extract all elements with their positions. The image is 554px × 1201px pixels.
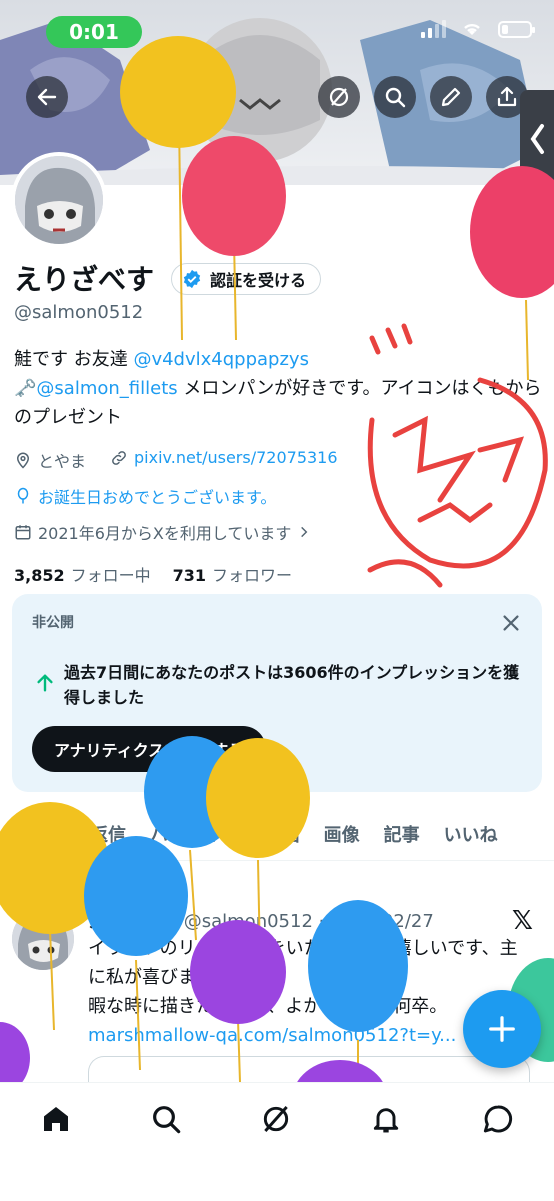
post-link[interactable]: marshmallow-qa.com/salmon0512?t=y...	[88, 1021, 518, 1050]
chat-icon[interactable]	[482, 1103, 514, 1135]
battery-icon	[498, 20, 535, 38]
calendar-icon	[15, 525, 31, 540]
search-button[interactable]	[374, 76, 416, 118]
link-icon	[112, 450, 126, 465]
search-icon	[385, 87, 406, 108]
post-text: イラストのリクエストをいただけると嬉しいです、主に私が喜びます。	[88, 938, 518, 988]
bio-text: 鮭です お友達	[14, 349, 134, 370]
profile-tabs: ポスト 返信 ハイライト 動画 画像 記事 いいね	[0, 810, 554, 861]
get-verified-label: 認証を受ける	[210, 271, 307, 290]
cellular-signal-icon	[421, 20, 446, 38]
following-count: 3,852	[14, 566, 65, 585]
pin-icon	[61, 879, 75, 893]
chevron-right-icon	[301, 526, 308, 538]
tab-images[interactable]: 画像	[312, 810, 372, 858]
pinned-indicator: 固定	[60, 876, 112, 896]
bio-mention-link[interactable]: @salmon_fillets	[36, 378, 177, 399]
website-link[interactable]: pixiv.net/users/72075316	[134, 448, 338, 467]
post-body[interactable]: イラストのリクエストをいただけると嬉しいです、主に私が喜びます。 暇な時に描きた…	[88, 934, 518, 1050]
tab-highlights[interactable]: ハイライト	[138, 810, 252, 858]
grok-icon[interactable]	[260, 1103, 292, 1135]
location-row: とやま	[14, 448, 86, 472]
tab-replies[interactable]: 返信	[78, 810, 138, 858]
chevron-left-icon	[530, 124, 544, 154]
joined-row[interactable]: 2021年6月からXを利用しています	[14, 520, 311, 544]
location-pin-icon	[16, 452, 30, 469]
website-row[interactable]: pixiv.net/users/72075316	[110, 448, 338, 467]
compose-button[interactable]	[463, 990, 541, 1068]
bell-icon[interactable]	[370, 1103, 402, 1135]
impressions-text: 過去7日間にあなたのポストは3606件のインプレッションを獲得しました	[64, 663, 520, 707]
followers-label: フォロワー	[212, 566, 293, 585]
pinned-label: 固定	[84, 879, 112, 895]
analytics-button[interactable]: アナリティクスを利用する	[32, 726, 267, 772]
grok-icon	[329, 87, 349, 107]
birthday-row: お誕生日おめでとうございます。	[14, 484, 276, 508]
tab-posts[interactable]: ポスト	[0, 810, 78, 860]
following-label: フォロー中	[70, 566, 151, 585]
edit-button[interactable]	[430, 76, 472, 118]
profile-handle: @salmon0512	[14, 302, 144, 323]
pencil-icon	[441, 87, 461, 107]
post-avatar[interactable]	[12, 908, 74, 970]
following-link[interactable]: 3,852 フォロー中	[14, 562, 151, 586]
profile-name: えりざべす	[14, 263, 155, 296]
wifi-icon	[464, 23, 480, 35]
analytics-card: 非公開 過去7日間にあなたのポストは3606件のインプレッションを獲得しました …	[12, 594, 542, 792]
back-button[interactable]	[26, 76, 68, 118]
tab-videos[interactable]: 動画	[252, 810, 312, 858]
joined-text: 2021年6月からXを利用しています	[38, 524, 292, 543]
plus-icon	[489, 1016, 515, 1042]
balloon-icon	[17, 487, 29, 504]
post-author-name[interactable]: えりざべす	[88, 911, 178, 932]
search-icon[interactable]	[150, 1103, 182, 1135]
profile-bio: 鮭です お友達 @v4dvlx4qppapzys 🗝️@salmon_fille…	[14, 345, 544, 432]
verified-badge-icon	[183, 269, 201, 289]
share-icon	[497, 86, 517, 107]
tab-likes[interactable]: いいね	[432, 810, 510, 858]
post-text: 暇な時に描きたいので、よかったら…何卒。	[88, 996, 448, 1017]
followers-count: 731	[172, 566, 207, 585]
x-logo-icon: 𝕏	[512, 906, 533, 936]
post-header: えりざべす @salmon0512 · 2026/02/27	[88, 907, 434, 933]
avatar-artwork	[12, 908, 74, 970]
profile-avatar[interactable]	[11, 152, 107, 248]
side-drawer-handle[interactable]	[520, 90, 554, 188]
tab-articles[interactable]: 記事	[372, 810, 432, 858]
arrow-left-icon	[37, 88, 57, 106]
bio-mention-link[interactable]: @v4dvlx4qppapzys	[133, 349, 309, 370]
status-icons	[421, 20, 535, 38]
bottom-navigation	[0, 1082, 554, 1201]
avatar-artwork	[15, 156, 103, 244]
birthday-text: お誕生日おめでとうございます。	[38, 488, 277, 507]
grok-button[interactable]	[318, 76, 360, 118]
bio-key-emoji: 🗝️	[14, 378, 37, 399]
follow-counts: 3,852 フォロー中 731 フォロワー	[14, 562, 292, 586]
close-icon[interactable]	[500, 612, 522, 634]
private-label: 非公開	[32, 615, 74, 631]
home-icon[interactable]	[40, 1103, 72, 1135]
status-time: 0:01	[46, 16, 142, 48]
followers-link[interactable]: 731 フォロワー	[173, 562, 292, 586]
post-handle-date: @salmon0512 · 2026/02/27	[183, 911, 434, 932]
location-text: とやま	[38, 452, 87, 471]
arrow-up-icon	[37, 674, 53, 692]
get-verified-button[interactable]: 認証を受ける	[171, 263, 322, 295]
